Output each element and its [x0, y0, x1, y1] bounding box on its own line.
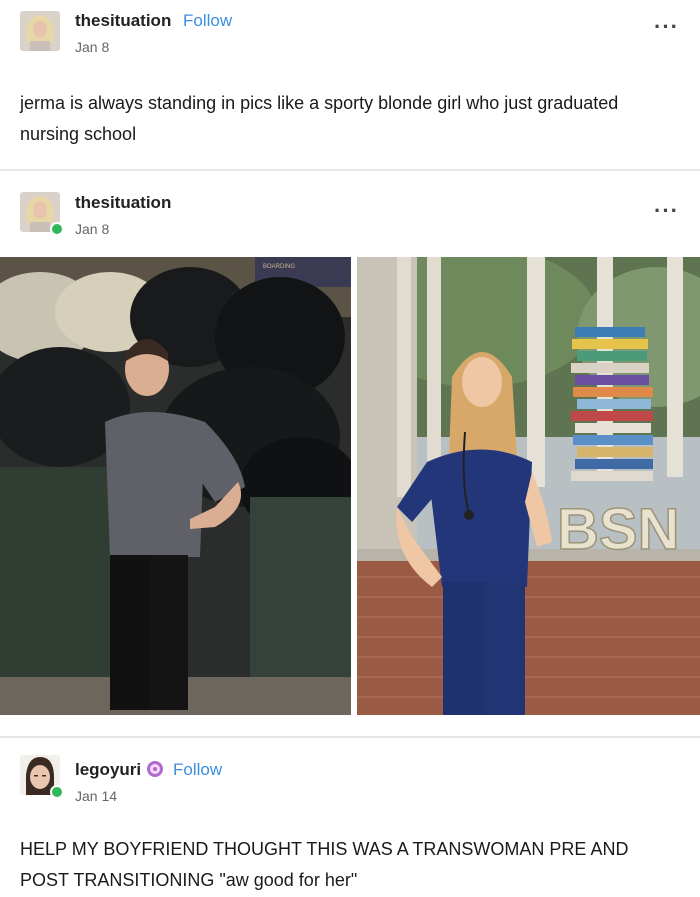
bsn-letters: BSN	[557, 497, 679, 562]
more-dots-icon[interactable]: ···	[654, 198, 679, 224]
follow-button[interactable]: Follow	[173, 760, 222, 780]
post-date[interactable]: Jan 14	[75, 788, 117, 804]
post-date[interactable]: Jan 8	[75, 221, 109, 237]
more-dots-icon[interactable]: ···	[654, 14, 679, 40]
post-date[interactable]: Jan 8	[75, 39, 109, 55]
photo-right[interactable]: BSN	[357, 257, 700, 715]
online-status-icon	[50, 222, 64, 236]
post-3: legoyuri Follow Jan 14 HELP MY BOYFRIEND…	[0, 738, 700, 897]
online-status-icon	[50, 785, 64, 799]
post-text: HELP MY BOYFRIEND THOUGHT THIS WAS A TRA…	[20, 839, 629, 890]
post-1: thesituation Follow Jan 8 ··· jerma is a…	[0, 0, 700, 170]
photo-left[interactable]: BOARDING	[0, 257, 351, 715]
avatar[interactable]	[20, 11, 60, 51]
pride-badge-icon	[147, 761, 163, 777]
username[interactable]: thesituation	[75, 11, 171, 31]
username[interactable]: legoyuri	[75, 760, 141, 780]
boarding-sign: BOARDING	[263, 264, 295, 270]
post-2: thesituation Jan 8 ··· BOARDING BSN	[0, 171, 700, 726]
follow-button[interactable]: Follow	[183, 11, 232, 31]
post-text: jerma is always standing in pics like a …	[20, 93, 619, 144]
username[interactable]: thesituation	[75, 193, 171, 213]
